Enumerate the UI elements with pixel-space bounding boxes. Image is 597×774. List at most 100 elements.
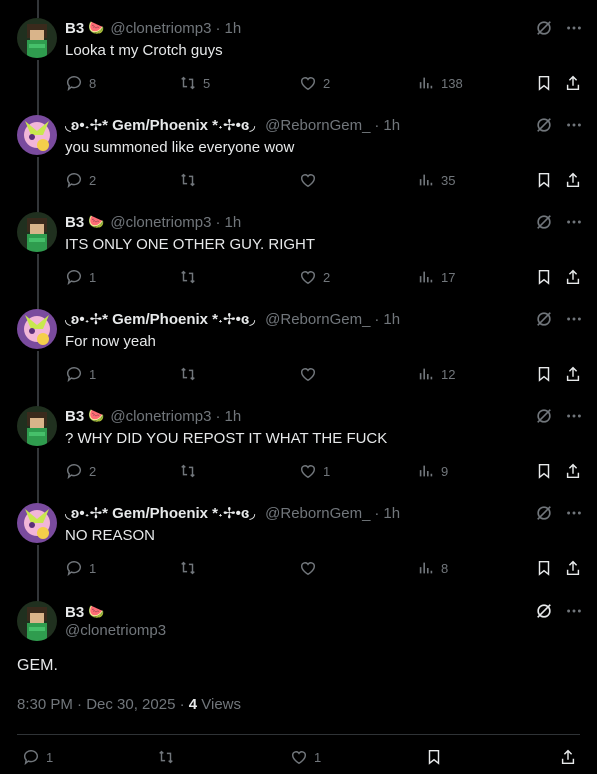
reply-button[interactable]: 1 [65, 365, 96, 383]
reply-post[interactable]: ◟ʚ•˖✢* Gem/Phoenix *˖✢•ɞ◞ @RebornGem_ · … [0, 503, 597, 602]
post-top-icons [535, 310, 583, 333]
like-button[interactable] [299, 171, 323, 189]
share-button[interactable] [564, 74, 582, 92]
timestamp[interactable]: 1h [383, 311, 400, 328]
avatar[interactable] [17, 115, 57, 155]
share-button[interactable] [564, 462, 582, 480]
handle[interactable]: @RebornGem_ [265, 505, 370, 522]
views-button[interactable]: 9 [417, 462, 448, 480]
display-name[interactable]: B3 [65, 408, 84, 425]
more-icon[interactable] [565, 19, 583, 42]
display-name[interactable]: ◟ʚ•˖✢* Gem/Phoenix *˖✢•ɞ◞ [65, 116, 255, 134]
avatar[interactable] [17, 18, 57, 58]
more-icon[interactable] [565, 602, 583, 625]
reply-post[interactable]: B3 🍉 @clonetriomp3 · 1h ITS ONLY ONE OTH… [0, 212, 597, 311]
avatar[interactable] [17, 503, 57, 543]
share-icon [566, 366, 580, 382]
reply-button[interactable]: 1 [22, 748, 53, 766]
handle[interactable]: @RebornGem_ [265, 117, 370, 134]
reply-button[interactable]: 8 [65, 74, 96, 92]
avatar[interactable] [17, 406, 57, 446]
post-text: For now yeah [65, 333, 156, 350]
bookmark-button[interactable] [535, 268, 553, 286]
repost-button[interactable] [157, 748, 181, 766]
more-icon[interactable] [565, 504, 583, 527]
bookmark-button[interactable] [535, 171, 553, 189]
reply-button[interactable]: 2 [65, 171, 96, 189]
action-bar: 1 12 [65, 365, 583, 385]
post-header: B3 🍉 @clonetriomp3 · 1h [65, 18, 241, 38]
grok-icon[interactable] [535, 407, 553, 430]
like-button[interactable] [299, 365, 323, 383]
like-button[interactable] [299, 559, 323, 577]
repost-button[interactable] [179, 365, 203, 383]
repost-count: 5 [203, 75, 211, 91]
reply-post[interactable]: ◟ʚ•˖✢* Gem/Phoenix *˖✢•ɞ◞ @RebornGem_ · … [0, 115, 597, 214]
bookmark-button[interactable] [535, 365, 553, 383]
display-name[interactable]: ◟ʚ•˖✢* Gem/Phoenix *˖✢•ɞ◞ [65, 310, 255, 328]
display-name[interactable]: ◟ʚ•˖✢* Gem/Phoenix *˖✢•ɞ◞ [65, 504, 255, 522]
handle[interactable]: @clonetriomp3 [110, 20, 211, 37]
display-name[interactable]: B3 [65, 214, 84, 231]
handle[interactable]: @clonetriomp3 [110, 214, 211, 231]
timestamp[interactable]: 1h [224, 408, 241, 425]
display-name[interactable]: B3 [65, 604, 84, 621]
name-emoji: 🍉 [88, 214, 105, 229]
more-icon[interactable] [565, 310, 583, 333]
handle[interactable]: @clonetriomp3 [65, 622, 166, 639]
reply-button[interactable]: 1 [65, 268, 96, 286]
avatar[interactable] [17, 601, 57, 641]
bookmark-button[interactable] [425, 748, 443, 766]
grok-icon[interactable] [535, 602, 553, 625]
views-button[interactable]: 17 [417, 268, 455, 286]
bookmark-button[interactable] [535, 559, 553, 577]
reply-post[interactable]: ◟ʚ•˖✢* Gem/Phoenix *˖✢•ɞ◞ @RebornGem_ · … [0, 309, 597, 408]
views-count: 12 [441, 366, 456, 382]
views-button[interactable]: 12 [417, 365, 455, 383]
repost-button[interactable] [179, 171, 203, 189]
handle[interactable]: @RebornGem_ [265, 311, 370, 328]
handle[interactable]: @clonetriomp3 [110, 408, 211, 425]
grok-icon[interactable] [535, 213, 553, 236]
bookmark-button[interactable] [535, 462, 553, 480]
share-button[interactable] [564, 171, 582, 189]
reply-button[interactable]: 1 [65, 559, 96, 577]
reply-button[interactable]: 2 [65, 462, 96, 480]
more-icon[interactable] [565, 116, 583, 139]
share-button[interactable] [564, 365, 582, 383]
more-icon[interactable] [565, 213, 583, 236]
bookmark-button[interactable] [535, 74, 553, 92]
timestamp[interactable]: 1h [383, 505, 400, 522]
grok-icon[interactable] [535, 504, 553, 527]
like-button[interactable]: 1 [290, 748, 321, 766]
share-button[interactable] [559, 748, 577, 766]
repost-button[interactable] [179, 268, 203, 286]
bookmark-icon [538, 463, 550, 479]
repost-button[interactable] [179, 559, 203, 577]
avatar[interactable] [17, 309, 57, 349]
grok-icon[interactable] [535, 310, 553, 333]
like-button[interactable]: 2 [299, 74, 330, 92]
views-count: 138 [441, 75, 463, 91]
share-button[interactable] [564, 268, 582, 286]
like-button[interactable]: 2 [299, 268, 330, 286]
repost-button[interactable] [179, 462, 203, 480]
timestamp[interactable]: 1h [224, 20, 241, 37]
like-button[interactable]: 1 [299, 462, 330, 480]
grok-icon[interactable] [535, 116, 553, 139]
repost-button[interactable]: 5 [179, 74, 210, 92]
reply-post[interactable]: B3 🍉 @clonetriomp3 · 1h ? WHY DID YOU RE… [0, 406, 597, 505]
post-text: ? WHY DID YOU REPOST IT WHAT THE FUCK [65, 430, 388, 447]
views-button[interactable]: 35 [417, 171, 455, 189]
grok-icon[interactable] [535, 19, 553, 42]
timestamp[interactable]: 1h [383, 117, 400, 134]
views-button[interactable]: 8 [417, 559, 448, 577]
views-button[interactable]: 138 [417, 74, 463, 92]
avatar[interactable] [17, 212, 57, 252]
timestamp[interactable]: 1h [224, 214, 241, 231]
share-button[interactable] [564, 559, 582, 577]
display-name[interactable]: B3 [65, 20, 84, 37]
reply-post[interactable]: B3 🍉 @clonetriomp3 · 1h Looka t my Crotc… [0, 18, 597, 117]
timestamp[interactable]: 8:30 PM · Dec 30, 2025 · [17, 696, 189, 713]
more-icon[interactable] [565, 407, 583, 430]
